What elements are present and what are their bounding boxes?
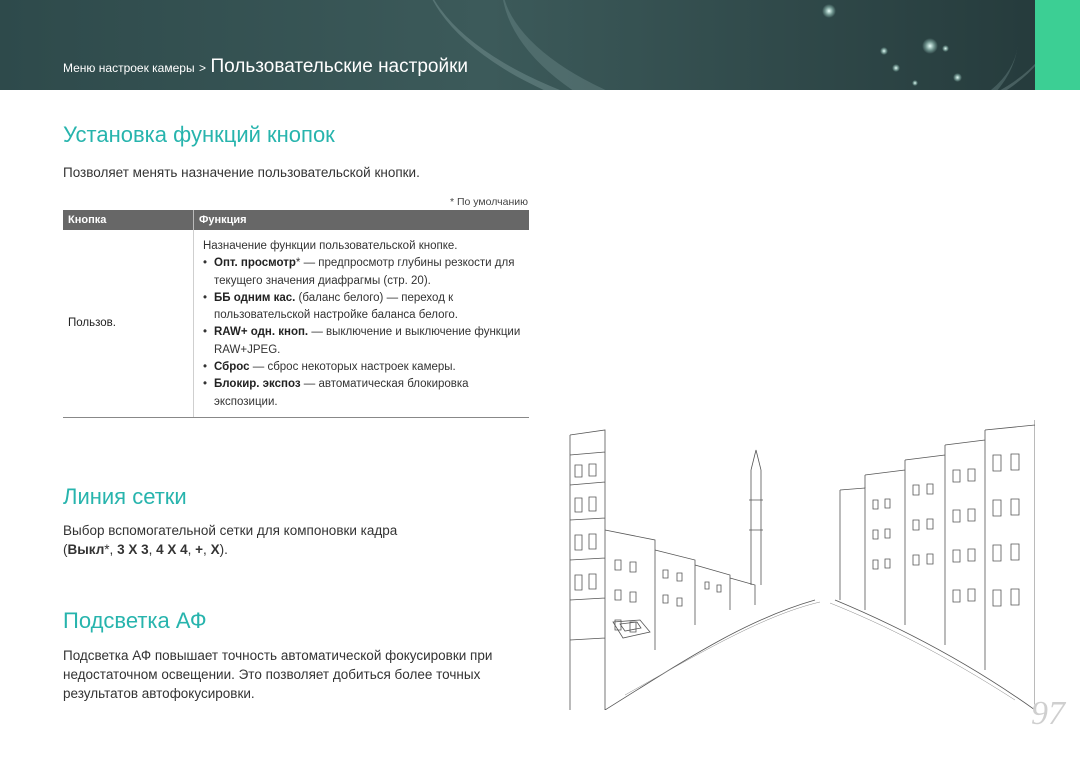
section-title-button-functions: Установка функций кнопок <box>63 122 335 147</box>
list-item: Сброс — сброс некоторых настроек камеры. <box>203 359 523 377</box>
function-term: RAW+ одн. кноп. <box>214 326 309 339</box>
table-row: Пользов. Назначение функции пользователь… <box>63 230 529 418</box>
section-description: Подсветка АФ повышает точность автоматич… <box>63 648 493 701</box>
sparkle-icon <box>822 4 836 18</box>
breadcrumb-separator: > <box>199 61 207 75</box>
grid-option-plus: + <box>195 542 204 557</box>
button-name-cell: Пользов. <box>63 230 194 418</box>
sparkle-icon <box>953 73 962 82</box>
grid-option-3x3: 3 X 3 <box>117 542 149 557</box>
function-term: ББ одним кас. <box>214 291 296 304</box>
city-illustration <box>569 420 1035 710</box>
function-intro: Назначение функции пользовательской кноп… <box>203 240 458 252</box>
page-header: Меню настроек камеры > Пользовательские … <box>0 0 1080 90</box>
sparkle-icon <box>880 47 888 55</box>
grid-option-off: Выкл <box>67 542 105 557</box>
section-title-af-assist: Подсветка АФ <box>63 608 207 633</box>
default-note: * По умолчанию <box>449 196 528 208</box>
table-header-row: Кнопка Функция <box>63 210 529 230</box>
function-table: Кнопка Функция Пользов. Назначение функц… <box>63 210 529 418</box>
page-number: 97 <box>1031 695 1065 732</box>
function-term: Опт. просмотр <box>214 257 296 270</box>
function-term: Сброс <box>214 361 250 374</box>
breadcrumb: Меню настроек камеры > Пользовательские … <box>63 56 468 78</box>
sparkle-icon <box>892 64 900 72</box>
sparkle-icon <box>922 38 938 54</box>
breadcrumb-parent[interactable]: Меню настроек камеры <box>63 61 195 75</box>
function-text: — сброс некоторых настроек камеры. <box>249 361 456 374</box>
default-mark: * <box>104 542 110 557</box>
list-item: Блокир. экспоз — автоматическая блокиров… <box>203 376 523 411</box>
section-description: Позволяет менять назначение пользователь… <box>63 165 420 180</box>
sparkle-icon <box>942 45 949 52</box>
section-title-grid-line: Линия сетки <box>63 484 187 509</box>
function-term: Блокир. экспоз <box>214 378 301 391</box>
list-item: ББ одним кас. (баланс белого) — переход … <box>203 290 523 325</box>
section-description: Выбор вспомогательной сетки для компонов… <box>63 523 398 557</box>
function-list: Опт. просмотр* — предпросмотр глубины ре… <box>203 255 523 411</box>
grid-description: Выбор вспомогательной сетки для компонов… <box>63 523 398 538</box>
column-header-function: Функция <box>193 210 529 230</box>
list-item: RAW+ одн. кноп. — выключение и выключени… <box>203 324 523 359</box>
breadcrumb-current: Пользовательские настройки <box>210 56 469 77</box>
chapter-tab <box>1035 0 1080 90</box>
column-header-button: Кнопка <box>63 210 194 230</box>
grid-option-4x4: 4 X 4 <box>156 542 188 557</box>
function-cell: Назначение функции пользовательской кноп… <box>193 230 529 418</box>
list-item: Опт. просмотр* — предпросмотр глубины ре… <box>203 255 523 290</box>
grid-option-x: X <box>210 542 220 557</box>
sparkle-icon <box>912 80 918 86</box>
